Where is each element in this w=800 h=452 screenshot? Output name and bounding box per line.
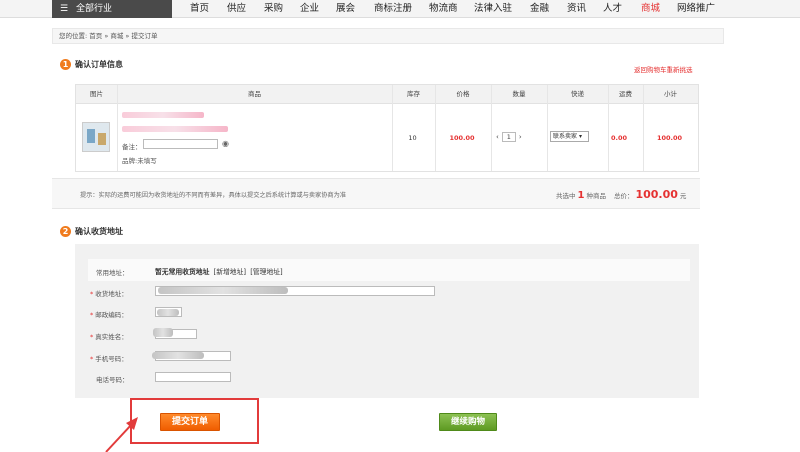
name-redacted [153,328,173,337]
order-table-header: 图片 商品 库存 价格 数量 快递 运费 小计 [76,85,698,104]
nav-item-legal[interactable]: 法律入驻 [474,0,512,18]
submit-order-button[interactable]: 提交订单 [160,413,220,431]
manage-address-link[interactable]: [管理地址] [250,268,283,276]
freight-value: 0.00 [610,134,628,142]
step2-title: 2 确认收货地址 [60,226,123,237]
step1-title: 1 确认订单信息 [60,59,123,70]
price-value: 100.00 [449,134,475,142]
col-divider [608,85,609,171]
mobile-redacted [152,352,204,359]
step2-badge: 2 [60,226,71,237]
menu-icon: ☰ [60,4,69,14]
phone-field[interactable] [155,372,231,382]
field-label-name: * 真实姓名： [90,331,128,341]
col-divider [435,85,436,171]
nav-item-news[interactable]: 资讯 [567,0,586,18]
shipping-select[interactable]: 联系卖家 ▾ [550,131,589,142]
continue-shopping-button[interactable]: 继续购物 [439,413,497,431]
col-price: 价格 [456,90,470,98]
subtotal-value: 100.00 [656,134,683,142]
quantity-stepper: ‹ 1 › [496,132,522,142]
pointer-arrow-icon [105,417,138,452]
stock-value: 10 [408,134,417,142]
field-label-address: * 收货地址： [90,288,128,298]
remark-input[interactable] [143,139,218,149]
col-divider [392,85,393,171]
breadcrumb: 您的位置: 首页 » 商城 » 提交订单 [52,28,724,44]
count-prefix: 共选中 [556,192,576,200]
product-thumbnail[interactable] [82,122,110,152]
col-freight: 运费 [619,90,632,98]
qty-plus-button[interactable]: › [519,133,522,141]
required-mark: * [90,290,94,298]
nav-item-talent[interactable]: 人才 [603,0,622,18]
chevron-down-icon: ▾ [578,133,582,140]
no-common-address: 暂无常用收货地址 [155,268,210,276]
category-label: 全部行业 [76,4,113,14]
nav-item-supply[interactable]: 供应 [227,0,246,18]
common-address-label: 常用地址： [96,269,129,277]
col-divider [547,85,548,171]
item-count: 1 [577,190,585,201]
col-divider [117,85,118,171]
qty-minus-button[interactable]: ‹ [496,133,499,141]
nav-item-finance[interactable]: 金融 [530,0,549,18]
col-divider [643,85,644,171]
total-label: 总价： [613,192,634,200]
field-label-phone: 电话号码： [96,376,129,384]
remark-label: 备注： [122,143,142,151]
postcode-redacted [157,309,179,316]
col-subtotal: 小计 [664,90,677,98]
nav-item-trademark[interactable]: 商标注册 [374,0,412,18]
currency-unit: 元 [679,192,687,200]
col-stock: 库存 [407,90,420,98]
step2-label: 确认收货地址 [75,227,123,236]
eye-icon[interactable]: ◉ [222,139,229,148]
field-label-postcode: * 邮政编码： [90,309,128,319]
address-label-text: 收货地址： [95,290,128,298]
new-address-link[interactable]: [新增地址] [214,268,247,276]
required-mark: * [90,333,94,341]
top-nav: ☰ 全部行业 首页 供应 采购 企业 展会 商标注册 物流商 法律入驻 金融 资讯… [0,0,800,18]
qty-input[interactable]: 1 [501,132,516,142]
shipping-tip: 提示：实际的运费可能因为收货地址的不同而有差异，具体以提交之后系统计算或与卖家协… [80,192,347,199]
nav-item-home[interactable]: 首页 [190,0,209,18]
col-qty: 数量 [512,90,526,98]
back-to-cart-link[interactable]: 返回购物车重新挑选 [634,64,693,74]
mobile-label-text: 手机号码： [95,355,128,363]
postcode-label-text: 邮政编码： [95,311,128,319]
step1-badge: 1 [60,59,71,70]
address-redacted [158,287,288,294]
order-totals: 共选中 1 种商品 总价： 100.00 元 [556,188,686,201]
brand-text: 品牌:未填写 [122,157,157,165]
count-suffix: 种商品 [586,192,606,200]
category-menu-button[interactable]: ☰ 全部行业 [52,0,172,18]
nav-item-company[interactable]: 企业 [300,0,319,18]
shipping-value: 联系卖家 [553,133,578,140]
col-shipping: 快递 [571,90,584,98]
total-amount: 100.00 [635,188,678,201]
step1-label: 确认订单信息 [75,60,123,69]
required-mark: * [90,355,94,363]
nav-item-promotion[interactable]: 网络推广 [677,0,715,18]
name-label-text: 真实姓名： [95,333,128,341]
common-address-info: 暂无常用收货地址 [新增地址] [管理地址] [155,266,283,276]
field-label-mobile: * 手机号码： [90,353,128,363]
col-image: 图片 [90,90,103,98]
product-spec-redacted [122,126,228,132]
nav-item-expo[interactable]: 展会 [336,0,355,18]
product-title-redacted [122,112,204,118]
required-mark: * [90,311,94,319]
nav-item-mall[interactable]: 商城 [641,0,660,18]
nav-item-purchase[interactable]: 采购 [264,0,283,18]
col-product: 商品 [248,90,261,98]
col-divider [491,85,492,171]
nav-item-logistics[interactable]: 物流商 [429,0,458,18]
